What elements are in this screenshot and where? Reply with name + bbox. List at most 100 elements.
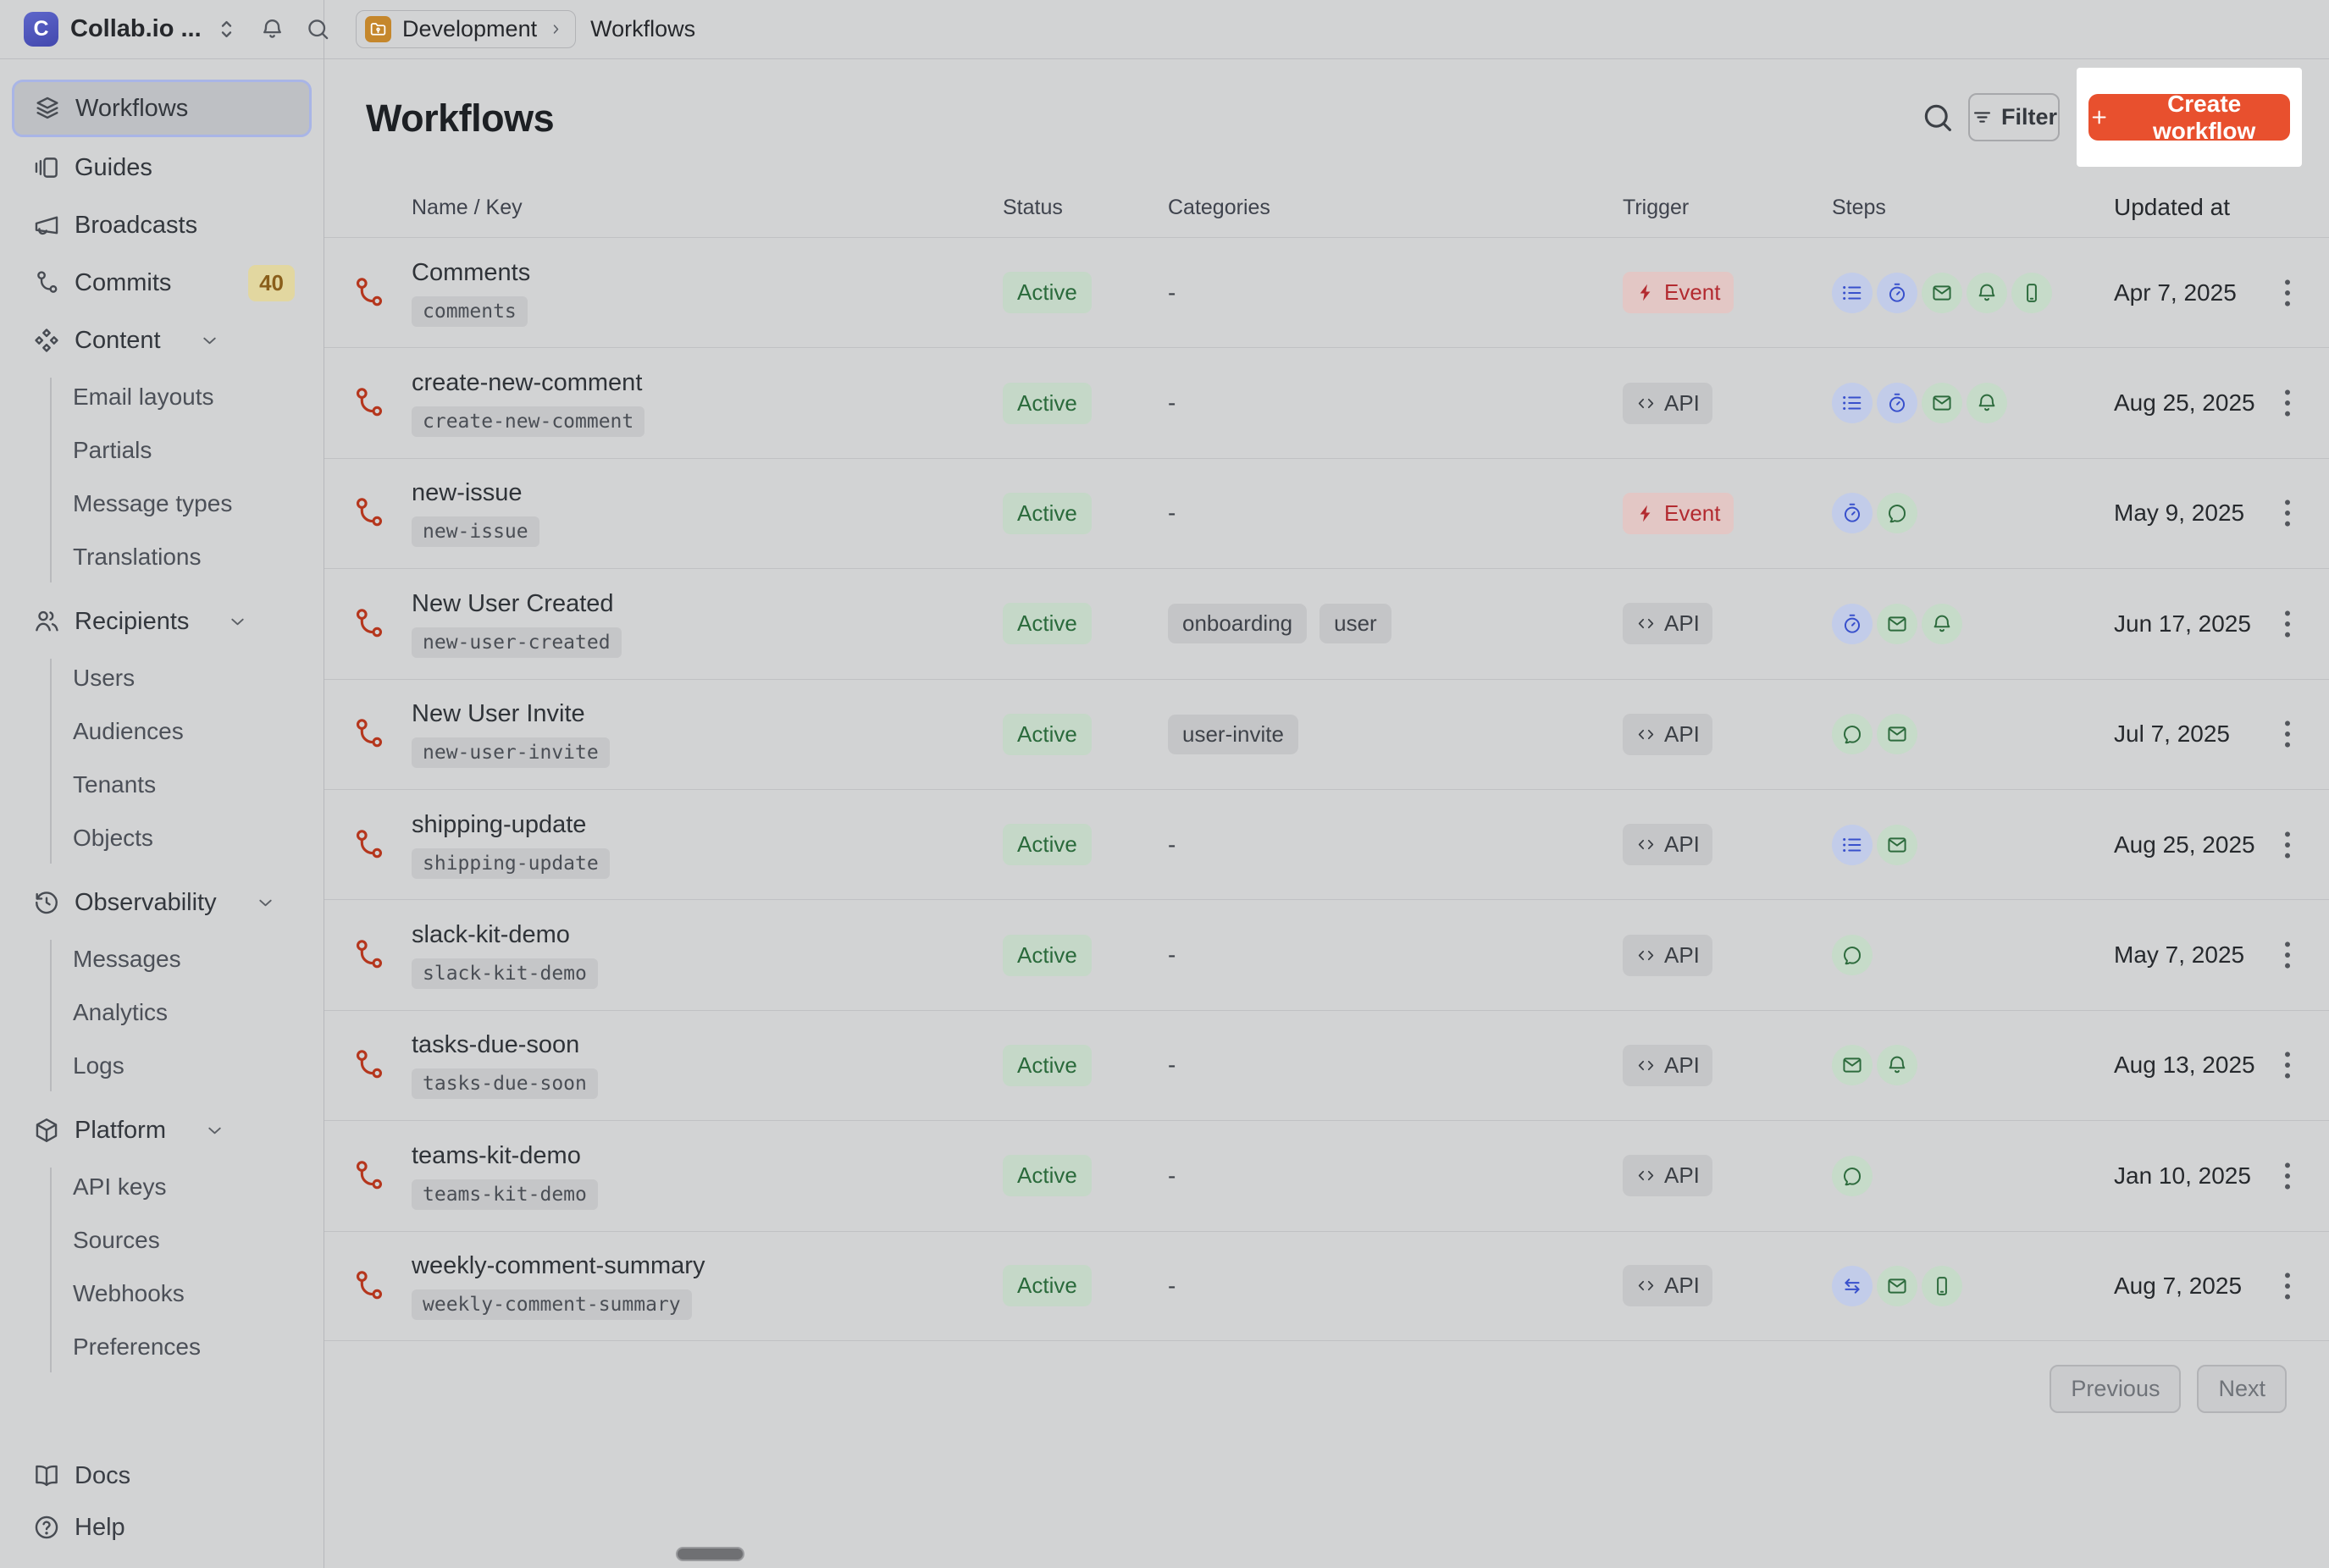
sidebar-item-email-layouts[interactable]: Email layouts	[12, 374, 312, 420]
trigger-label: API	[1664, 610, 1700, 637]
step-batch-icon	[1832, 825, 1873, 865]
row-menu-button[interactable]	[2268, 605, 2307, 643]
trigger-badge: API	[1623, 824, 1712, 865]
column-header-name-key: Name / Key	[412, 196, 1003, 220]
table-row[interactable]: New User Invitenew-user-inviteActiveuser…	[324, 679, 2329, 789]
sidebar-item-label: Content	[75, 327, 161, 355]
sidebar-item-preferences[interactable]: Preferences	[12, 1324, 312, 1370]
row-menu-button[interactable]	[2268, 936, 2307, 974]
row-menu-button[interactable]	[2268, 1046, 2307, 1085]
workflow-icon	[350, 494, 387, 532]
table-row[interactable]: teams-kit-demoteams-kit-demoActive-APIJa…	[324, 1120, 2329, 1230]
sidebar-item-partials[interactable]: Partials	[12, 428, 312, 473]
sidebar-item-message-types[interactable]: Message types	[12, 481, 312, 527]
row-menu-button[interactable]	[2268, 384, 2307, 422]
empty-value: -	[1168, 1162, 1176, 1189]
sidebar-item-help[interactable]: Help	[12, 1503, 312, 1552]
help-icon	[32, 1513, 61, 1542]
notifications-bell-icon[interactable]	[259, 16, 285, 42]
sidebar-item-api-keys[interactable]: API keys	[12, 1164, 312, 1210]
sidebar-item-label: Guides	[75, 154, 152, 182]
row-menu-button[interactable]	[2268, 1267, 2307, 1306]
table-row[interactable]: shipping-updateshipping-updateActive-API…	[324, 789, 2329, 899]
create-workflow-label: Create workflow	[2118, 91, 2290, 145]
previous-page-button[interactable]: Previous	[2050, 1365, 2181, 1413]
table-row[interactable]: slack-kit-demoslack-kit-demoActive-APIMa…	[324, 899, 2329, 1009]
sidebar-item-audiences[interactable]: Audiences	[12, 709, 312, 754]
step-chat-icon	[1832, 714, 1873, 754]
trigger-badge: API	[1623, 1045, 1712, 1086]
create-workflow-button[interactable]: Create workflow	[2088, 94, 2290, 141]
code-icon	[1635, 1275, 1657, 1296]
sidebar-item-recipients[interactable]: Recipients	[12, 594, 312, 649]
sidebar-item-workflows[interactable]: Workflows	[12, 80, 312, 137]
workflow-key: tasks-due-soon	[412, 1068, 598, 1099]
trigger-label: API	[1664, 1162, 1700, 1189]
table-row[interactable]: new-issuenew-issueActive-EventMay 9, 202…	[324, 458, 2329, 568]
row-menu-button[interactable]	[2268, 1157, 2307, 1195]
empty-value: -	[1168, 279, 1176, 306]
workspace-logo[interactable]: C	[24, 12, 58, 47]
categories-cell: -	[1168, 1162, 1623, 1190]
step-fetch-icon	[1832, 1266, 1873, 1306]
table-row[interactable]: create-new-commentcreate-new-commentActi…	[324, 347, 2329, 457]
categories-cell: user-invite	[1168, 715, 1623, 754]
code-icon	[1635, 393, 1657, 414]
next-page-button[interactable]: Next	[2197, 1365, 2287, 1413]
status-badge: Active	[1003, 714, 1092, 755]
workspace-switcher-icon[interactable]	[213, 16, 240, 42]
step-delay-icon	[1832, 493, 1873, 533]
chevron-down-icon	[203, 1119, 226, 1142]
row-menu-button[interactable]	[2268, 825, 2307, 864]
row-menu-button[interactable]	[2268, 494, 2307, 533]
workflow-key: new-user-invite	[412, 737, 610, 768]
sidebar-item-observability[interactable]: Observability	[12, 875, 312, 930]
horizontal-scrollbar-thumb[interactable]	[676, 1547, 744, 1561]
step-delay-icon	[1877, 383, 1917, 423]
workspace-name[interactable]: Collab.io ...	[70, 15, 202, 43]
sidebar-subsection-content: Email layouts Partials Message types Transl…	[12, 371, 312, 594]
table-row[interactable]: tasks-due-soontasks-due-soonActive-APIAu…	[324, 1010, 2329, 1120]
table-row[interactable]: CommentscommentsActive-EventApr 7, 2025	[324, 237, 2329, 347]
sidebar-item-label: Help	[75, 1514, 125, 1542]
sidebar-item-sources[interactable]: Sources	[12, 1217, 312, 1263]
table-row[interactable]: New User Creatednew-user-createdActiveon…	[324, 568, 2329, 678]
sidebar-item-tenants[interactable]: Tenants	[12, 762, 312, 808]
steps-cell	[1832, 604, 2114, 644]
sidebar-item-webhooks[interactable]: Webhooks	[12, 1271, 312, 1317]
sidebar-item-users[interactable]: Users	[12, 655, 312, 701]
sidebar-item-commits[interactable]: Commits40	[12, 256, 312, 310]
trigger-label: Event	[1664, 279, 1721, 306]
sidebar-item-content[interactable]: Content	[12, 313, 312, 367]
empty-value: -	[1168, 1052, 1176, 1078]
sidebar-item-logs[interactable]: Logs	[12, 1043, 312, 1089]
code-icon	[1635, 945, 1657, 966]
environment-switcher[interactable]: Development	[356, 10, 576, 48]
workflow-name: teams-kit-demo	[412, 1142, 1003, 1170]
workflow-key: new-issue	[412, 516, 539, 547]
workflow-icon	[350, 274, 387, 312]
sidebar-item-translations[interactable]: Translations	[12, 534, 312, 580]
sidebar-item-messages[interactable]: Messages	[12, 936, 312, 982]
row-menu-button[interactable]	[2268, 715, 2307, 754]
workspace-header: C Collab.io ...	[0, 0, 324, 59]
row-menu-button[interactable]	[2268, 273, 2307, 312]
megaphone-icon	[32, 211, 61, 240]
sidebar-item-docs[interactable]: Docs	[12, 1451, 312, 1500]
workflow-key: new-user-created	[412, 627, 622, 658]
history-icon	[32, 888, 61, 917]
updated-date: Jun 17, 2025	[2114, 610, 2208, 638]
trigger-badge: Event	[1623, 493, 1734, 534]
step-batch-icon	[1832, 383, 1873, 423]
sidebar-item-broadcasts[interactable]: Broadcasts	[12, 198, 312, 252]
sidebar-item-objects[interactable]: Objects	[12, 815, 312, 861]
step-push-icon	[2011, 273, 2052, 313]
table-row[interactable]: weekly-comment-summaryweekly-comment-sum…	[324, 1231, 2329, 1341]
book-icon	[32, 1461, 61, 1490]
filter-button[interactable]: Filter	[1968, 93, 2060, 141]
sidebar-item-guides[interactable]: Guides	[12, 141, 312, 195]
column-header-status: Status	[1003, 196, 1168, 220]
table-search-button[interactable]	[1920, 100, 1956, 135]
sidebar-item-platform[interactable]: Platform	[12, 1103, 312, 1157]
sidebar-item-analytics[interactable]: Analytics	[12, 990, 312, 1035]
